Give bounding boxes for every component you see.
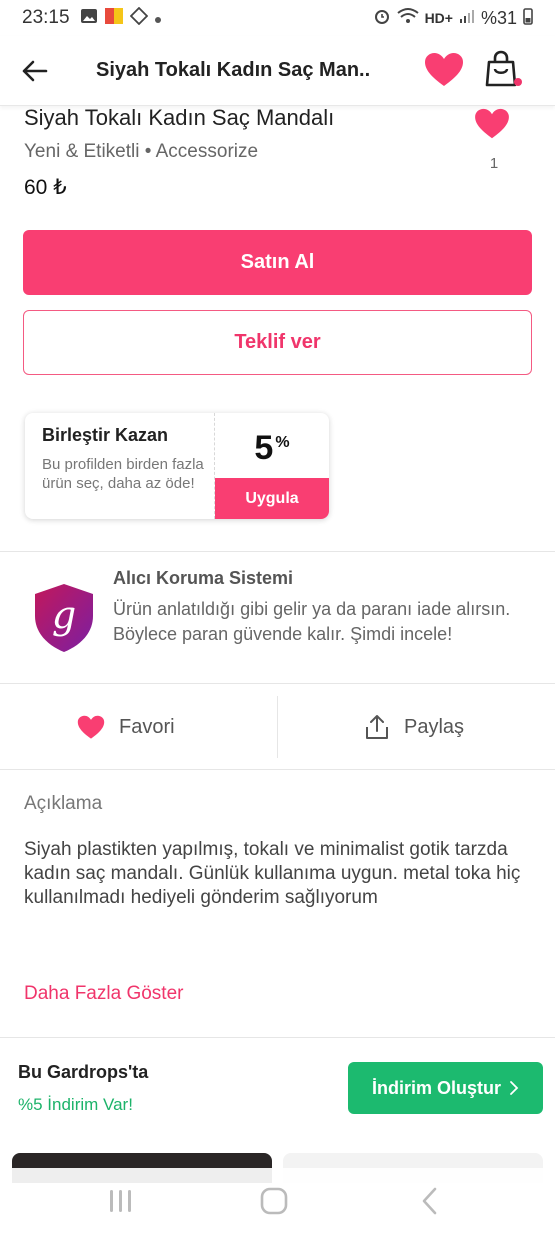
favorite-header-button[interactable] <box>424 52 464 92</box>
back-button[interactable] <box>0 36 70 106</box>
home-icon <box>260 1187 288 1215</box>
recent-apps-icon <box>110 1190 131 1212</box>
discount-percent-sign: % <box>275 433 290 451</box>
buy-button[interactable]: Satın Al <box>23 230 532 295</box>
discount-percent-value: 5 <box>254 429 274 467</box>
favorite-button[interactable]: Favori <box>77 700 175 754</box>
heart-icon <box>425 53 463 86</box>
bundle-discount-value: 5% Uygula <box>215 413 329 519</box>
app-notification-icon <box>104 7 124 30</box>
buyer-protection-title: Alıcı Koruma Sistemi <box>113 568 294 588</box>
cart-badge-dot <box>514 78 522 86</box>
arrow-left-icon <box>22 60 48 81</box>
divider <box>0 683 555 684</box>
recent-apps-button[interactable] <box>104 1186 144 1218</box>
share-button[interactable]: Paylaş <box>364 700 464 754</box>
bundle-discount-description: Bu profilden birden fazla ürün seç, daha… <box>42 456 204 492</box>
battery-label: %31 <box>480 7 517 28</box>
signal-icon <box>459 8 475 29</box>
show-more-link[interactable]: Daha Fazla Göster <box>24 983 183 1005</box>
like-button[interactable] <box>474 108 514 144</box>
description-heading: Açıklama <box>24 793 103 814</box>
shopping-bag-icon <box>485 50 517 87</box>
gallery-icon <box>80 8 98 29</box>
divider <box>0 1037 555 1038</box>
navigation-icon <box>129 6 148 30</box>
system-back-button[interactable] <box>418 1186 458 1218</box>
cart-button[interactable] <box>484 50 524 92</box>
discount-percent: 5% <box>215 429 329 468</box>
create-discount-button[interactable]: İndirim Oluştur <box>348 1062 543 1114</box>
like-count: 1 <box>489 155 499 172</box>
battery-icon <box>523 7 533 30</box>
status-bar: 23:15 HD+ %31 <box>0 0 555 36</box>
bundle-discount-title: Birleştir Kazan <box>42 425 169 445</box>
network-label: HD+ <box>424 10 453 26</box>
bundle-discount-info: Birleştir Kazan Bu profilden birden fazl… <box>25 413 215 519</box>
product-title: Siyah Tokalı Kadın Saç Mandalı <box>24 105 335 130</box>
buyer-protection-shield-icon: g <box>33 582 95 654</box>
share-label: Paylaş <box>404 715 465 738</box>
top-app-bar: Siyah Tokalı Kadın Saç Man.. <box>0 36 555 106</box>
promo-subtitle: %5 İndirim Var! <box>18 1095 133 1114</box>
bundle-discount-card: Birleştir Kazan Bu profilden birden fazl… <box>25 413 329 519</box>
divider <box>0 769 555 770</box>
share-icon <box>364 713 390 741</box>
product-subtitle: Yeni & Etiketli • Accessorize <box>24 141 259 162</box>
divider <box>0 551 555 552</box>
favorite-label: Favori <box>119 715 175 738</box>
description-text: Siyah plastikten yapılmış, tokalı ve min… <box>24 839 521 908</box>
home-button[interactable] <box>257 1186 297 1218</box>
chevron-right-icon <box>509 1080 519 1096</box>
status-time: 23:15 <box>22 7 70 28</box>
dot-icon <box>154 8 162 29</box>
promo-title: Bu Gardrops'ta <box>18 1062 149 1082</box>
heart-icon <box>77 715 105 740</box>
make-offer-button[interactable]: Teklif ver <box>23 310 532 375</box>
page-title: Siyah Tokalı Kadın Saç Man.. <box>96 59 371 81</box>
buyer-protection-text[interactable]: Ürün anlatıldığı gibi gelir ya da paranı… <box>113 597 523 647</box>
create-discount-label: İndirim Oluştur <box>371 1077 501 1098</box>
system-navigation-bar <box>0 1168 555 1237</box>
alarm-icon <box>373 7 391 30</box>
action-divider <box>277 696 278 758</box>
heart-icon <box>475 108 509 139</box>
wifi-icon <box>396 7 419 30</box>
apply-discount-button[interactable]: Uygula <box>215 478 329 519</box>
product-price: 60 ₺ <box>24 176 67 199</box>
shield-letter: g <box>52 593 76 637</box>
chevron-left-icon <box>422 1187 437 1215</box>
